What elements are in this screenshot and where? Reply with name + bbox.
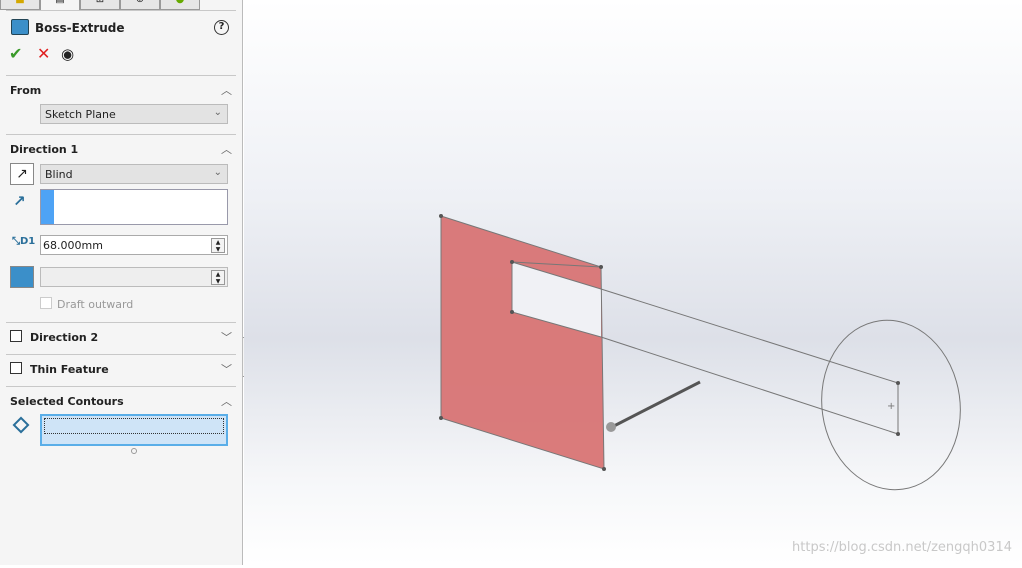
chevron-up-icon[interactable]: ︿ — [221, 82, 232, 98]
model-view[interactable]: + — [244, 0, 1022, 565]
x-icon[interactable]: ✕ — [37, 44, 50, 63]
reverse-direction-icon[interactable]: ↗ — [10, 163, 34, 185]
from-header: From — [10, 84, 42, 97]
chevron-up-icon[interactable]: ︿ — [221, 141, 232, 157]
check-icon[interactable]: ✔ — [9, 44, 22, 63]
selected-contours-list[interactable] — [40, 414, 228, 446]
feature-title: Boss-Extrude — [35, 21, 125, 35]
from-select-value: Sketch Plane — [45, 108, 116, 121]
end-condition-select[interactable]: Blind ⌄ — [40, 164, 228, 184]
arrow-handle[interactable] — [606, 422, 616, 432]
chevron-up-icon[interactable]: ︿ — [221, 393, 232, 409]
direction1-header: Direction 1 — [10, 143, 79, 156]
tab-display-manager[interactable]: ● — [160, 0, 200, 10]
tab-feature-manager[interactable]: ■ — [0, 0, 40, 10]
chevron-down-icon[interactable]: ﹀ — [221, 329, 232, 345]
draft-spinner[interactable]: ▲ ▼ — [211, 270, 225, 285]
direction-arrow-icon: ↗ — [13, 192, 26, 210]
watermark: https://blog.csdn.net/zengqh0314 — [792, 540, 1012, 555]
boss-extrude-icon — [11, 19, 29, 35]
property-manager: ■ ▤ ⊞ ⊕ ● Boss-Extrude ? ✔ ✕ ◉ From ︿ Sk… — [0, 0, 252, 565]
depth-spinner[interactable]: ▲ ▼ — [211, 238, 225, 253]
draft-icon[interactable] — [10, 266, 34, 288]
question-icon[interactable]: ? — [214, 20, 229, 35]
tab-configuration-manager[interactable]: ⊞ — [80, 0, 120, 10]
thin-feature-checkbox[interactable] — [10, 362, 22, 374]
chevron-down-icon[interactable]: ﹀ — [221, 361, 232, 377]
draft-angle-input[interactable]: ▲ ▼ — [40, 267, 228, 287]
direction2-header: Direction 2 — [30, 331, 99, 344]
resize-handle[interactable] — [131, 448, 137, 454]
depth-icon: ⤡D1 — [12, 236, 36, 247]
depth-input[interactable]: 68.000mm ▲ ▼ — [40, 235, 228, 255]
thin-feature-header: Thin Feature — [30, 363, 109, 376]
from-select[interactable]: Sketch Plane ⌄ — [40, 104, 228, 124]
chevron-down-icon: ⌄ — [213, 167, 222, 178]
depth-value: 68.000mm — [43, 239, 103, 252]
draft-outward-label: Draft outward — [57, 298, 134, 311]
tab-property-manager[interactable]: ▤ — [40, 0, 80, 10]
eye-icon[interactable]: ◉ — [61, 45, 74, 63]
manager-tabs: ■ ▤ ⊞ ⊕ ● — [0, 0, 200, 10]
contour-diamond-icon — [12, 416, 30, 434]
graphics-area[interactable]: + https://blog.csdn.net/zengqh0314 — [244, 0, 1022, 565]
end-condition-value: Blind — [45, 168, 73, 181]
chevron-down-icon: ⌄ — [213, 107, 222, 118]
direction-arrow[interactable] — [611, 380, 701, 429]
draft-outward-checkbox[interactable] — [40, 297, 52, 309]
extrude-face[interactable] — [441, 216, 604, 469]
tab-dimxpert-manager[interactable]: ⊕ — [120, 0, 160, 10]
selected-contours-header: Selected Contours — [10, 395, 124, 408]
direction2-checkbox[interactable] — [10, 330, 22, 342]
circle-center-icon: + — [887, 401, 895, 412]
direction-reference-box[interactable] — [40, 189, 228, 225]
